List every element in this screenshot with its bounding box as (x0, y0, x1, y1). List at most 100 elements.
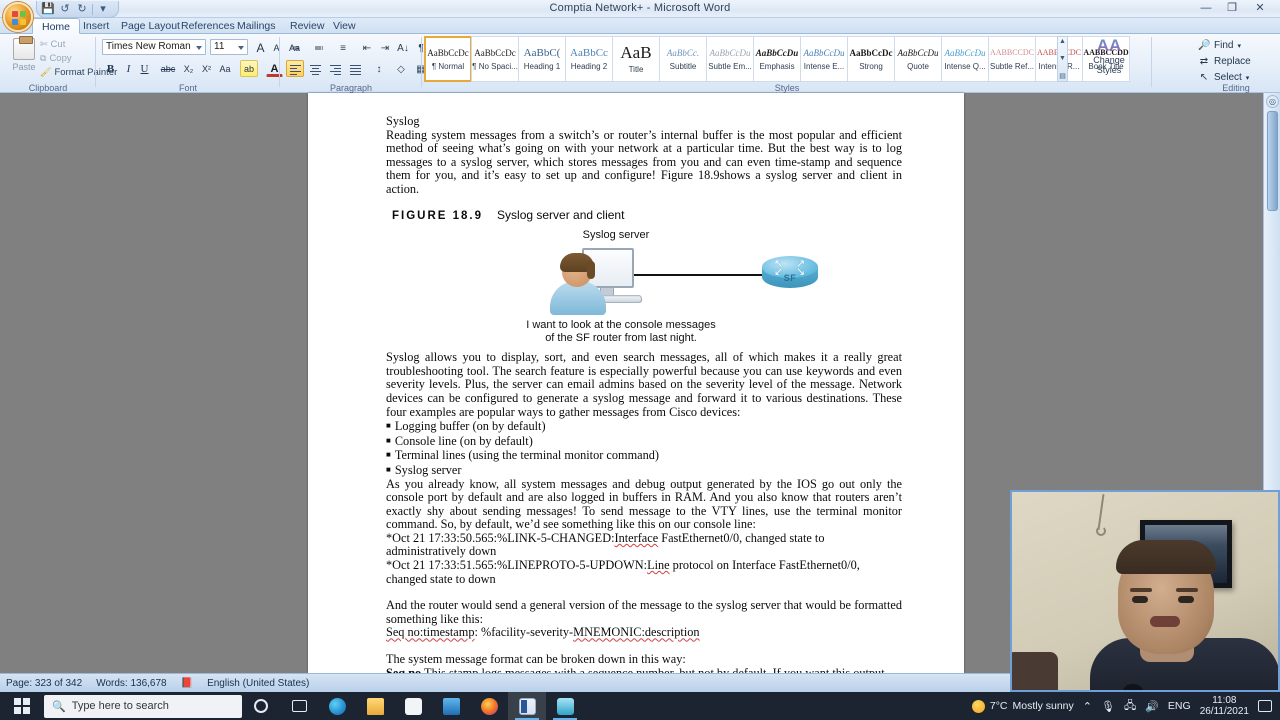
style-normal[interactable]: AaBbCcDc ¶ Normal (424, 36, 472, 82)
replace-label: Replace (1214, 56, 1251, 67)
proofing-errors-icon[interactable]: 📕 (181, 678, 193, 689)
replace-button[interactable]: ⇄ Replace (1198, 54, 1251, 69)
clock[interactable]: 11:08 26/11/2021 (1200, 695, 1249, 717)
tab-mailings[interactable]: Mailings (228, 18, 285, 34)
gallery-scroll-down-icon[interactable]: ▼ (1059, 55, 1066, 62)
minimize-button[interactable]: — (1194, 1, 1218, 16)
close-button[interactable]: ✕ (1248, 1, 1272, 16)
style-no-spacing[interactable]: AaBbCcDc ¶ No Spaci... (471, 36, 519, 82)
cortana-icon[interactable] (242, 692, 280, 720)
gallery-more-icon[interactable]: ▤ (1059, 72, 1066, 80)
text-highlight-button[interactable]: ab (240, 60, 258, 77)
gallery-scroll-up-icon[interactable]: ▲ (1059, 38, 1066, 45)
page-number-status[interactable]: Page: 323 of 342 (6, 678, 82, 689)
taskbar-app-media[interactable] (546, 692, 584, 720)
style-intense-emphasis[interactable]: AaBbCcDu Intense E... (800, 36, 848, 82)
undo-icon[interactable]: ↺ (58, 2, 72, 16)
weather-widget[interactable]: 7°C Mostly sunny (971, 699, 1074, 713)
taskbar-app-firefox[interactable] (470, 692, 508, 720)
office-button[interactable] (3, 2, 33, 32)
justify-button[interactable] (346, 60, 364, 77)
save-icon[interactable]: 💾 (41, 2, 55, 16)
style-subtitle[interactable]: AaBbCc. Subtitle (659, 36, 707, 82)
change-case-button[interactable]: Aa (216, 60, 234, 77)
start-button[interactable] (0, 692, 44, 720)
change-styles-button[interactable]: AA Change Styles (1080, 36, 1138, 86)
copy-button[interactable]: ⧉ Copy (40, 53, 72, 64)
line-spacing-button[interactable]: ↕ (368, 60, 390, 77)
font-name-combobox[interactable]: Times New Roman (102, 39, 206, 55)
cut-button[interactable]: ✄ Cut (40, 39, 65, 50)
style-subtle-reference[interactable]: AABBCCDC Subtle Ref... (988, 36, 1036, 82)
list-item: ■ Console line (on by default) (386, 434, 902, 449)
title-bar: Comptia Network+ - Microsoft Word — ❐ ✕ (0, 0, 1280, 18)
taskbar-app-edge[interactable] (318, 692, 356, 720)
style-preview: AaBbCcDu (897, 47, 939, 58)
customize-quick-access-icon[interactable]: ▾ (96, 2, 110, 16)
webcam-overlay (1010, 490, 1280, 692)
styles-gallery-scrollbar[interactable]: ▲ ▼ ▤ (1057, 36, 1068, 82)
style-emphasis[interactable]: AaBbCcDu Emphasis (753, 36, 801, 82)
system-tray: 7°C Mostly sunny ⌃ 🎙 🖧 🔊 ENG 11:08 26/11… (971, 695, 1280, 717)
taskbar-app-microsoft-store[interactable] (394, 692, 432, 720)
presenter-eyebrow-left (1130, 588, 1152, 592)
style-subtle-emphasis[interactable]: AaBbCcDu Subtle Em... (706, 36, 754, 82)
language-status[interactable]: English (United States) (207, 678, 309, 689)
align-right-button[interactable] (326, 60, 344, 77)
network-icon[interactable]: 🖧 (1124, 697, 1136, 716)
taskbar-app-word[interactable] (508, 692, 546, 720)
style-strong[interactable]: AaBbCcDc Strong (847, 36, 895, 82)
list-item: ■ Syslog server (386, 463, 902, 478)
numbering-button[interactable]: ≕ (310, 39, 328, 56)
align-left-button[interactable] (286, 60, 304, 77)
subscript-button[interactable]: X₂ (180, 60, 197, 77)
font-size-combobox[interactable]: 11 (210, 39, 248, 55)
style-preview: AaBbCcDu (755, 47, 799, 58)
grow-font-button[interactable]: A (252, 39, 269, 56)
decrease-indent-button[interactable]: ⇤ (358, 39, 376, 56)
style-quote[interactable]: AaBbCcDu Quote (894, 36, 942, 82)
increase-indent-button[interactable]: ⇥ (376, 39, 394, 56)
style-intense-quote[interactable]: AaBbCcDu Intense Q... (941, 36, 989, 82)
document-body[interactable]: Syslog Reading system messages from a sw… (386, 114, 902, 692)
show-hidden-icons-icon[interactable]: ⌃ (1083, 700, 1092, 713)
scrollbar-thumb[interactable] (1267, 111, 1278, 211)
italic-button[interactable]: I (120, 60, 137, 77)
bold-button[interactable]: B (102, 60, 119, 77)
style-preview: AaBbCcDu (944, 47, 986, 58)
maximize-button[interactable]: ❐ (1220, 1, 1244, 16)
style-title[interactable]: AaB Title (612, 36, 660, 82)
redo-icon[interactable]: ↻ (75, 2, 89, 16)
clock-time: 11:08 (1212, 695, 1237, 706)
document-page[interactable]: Syslog Reading system messages from a sw… (308, 93, 964, 692)
sort-button[interactable]: A↓ (394, 39, 412, 56)
find-button[interactable]: 🔎 Find ▾ (1198, 38, 1241, 53)
list-item-label: Logging buffer (on by default) (394, 419, 546, 434)
microphone-icon[interactable]: 🎙 (1101, 700, 1115, 713)
taskbar-app-mail[interactable] (432, 692, 470, 720)
bullets-button[interactable]: ≔ (286, 39, 304, 56)
volume-icon[interactable]: 🔊 (1145, 700, 1159, 713)
taskbar-search-input[interactable]: 🔍 Type here to search (44, 694, 242, 718)
taskbar-app-file-explorer[interactable] (356, 692, 394, 720)
window-title: Comptia Network+ - Microsoft Word (549, 2, 731, 14)
tab-home[interactable]: Home (32, 18, 81, 34)
select-browse-object-button[interactable]: ◎ (1266, 95, 1279, 108)
notification-icon[interactable] (1258, 700, 1272, 712)
format-mnemonic: MNEMONIC:description (573, 625, 700, 640)
strikethrough-button[interactable]: abc (158, 60, 178, 77)
search-placeholder: Type here to search (71, 700, 169, 712)
multilevel-list-button[interactable]: ≡ (334, 39, 352, 56)
underline-button[interactable]: U (136, 60, 153, 77)
tab-view[interactable]: View (324, 18, 365, 34)
paste-button[interactable]: Paste (6, 36, 42, 79)
align-center-button[interactable] (306, 60, 324, 77)
style-heading-2[interactable]: AaBbCc Heading 2 (565, 36, 613, 82)
language-indicator[interactable]: ENG (1168, 700, 1191, 712)
task-view-icon[interactable] (280, 692, 318, 720)
shading-button[interactable]: ◇ (392, 60, 410, 77)
message-format-line: Seq no:timestamp: %facility-severity-MNE… (386, 626, 902, 640)
superscript-button[interactable]: X² (198, 60, 215, 77)
word-count-status[interactable]: Words: 136,678 (96, 678, 166, 689)
style-heading-1[interactable]: AaBbC( Heading 1 (518, 36, 566, 82)
